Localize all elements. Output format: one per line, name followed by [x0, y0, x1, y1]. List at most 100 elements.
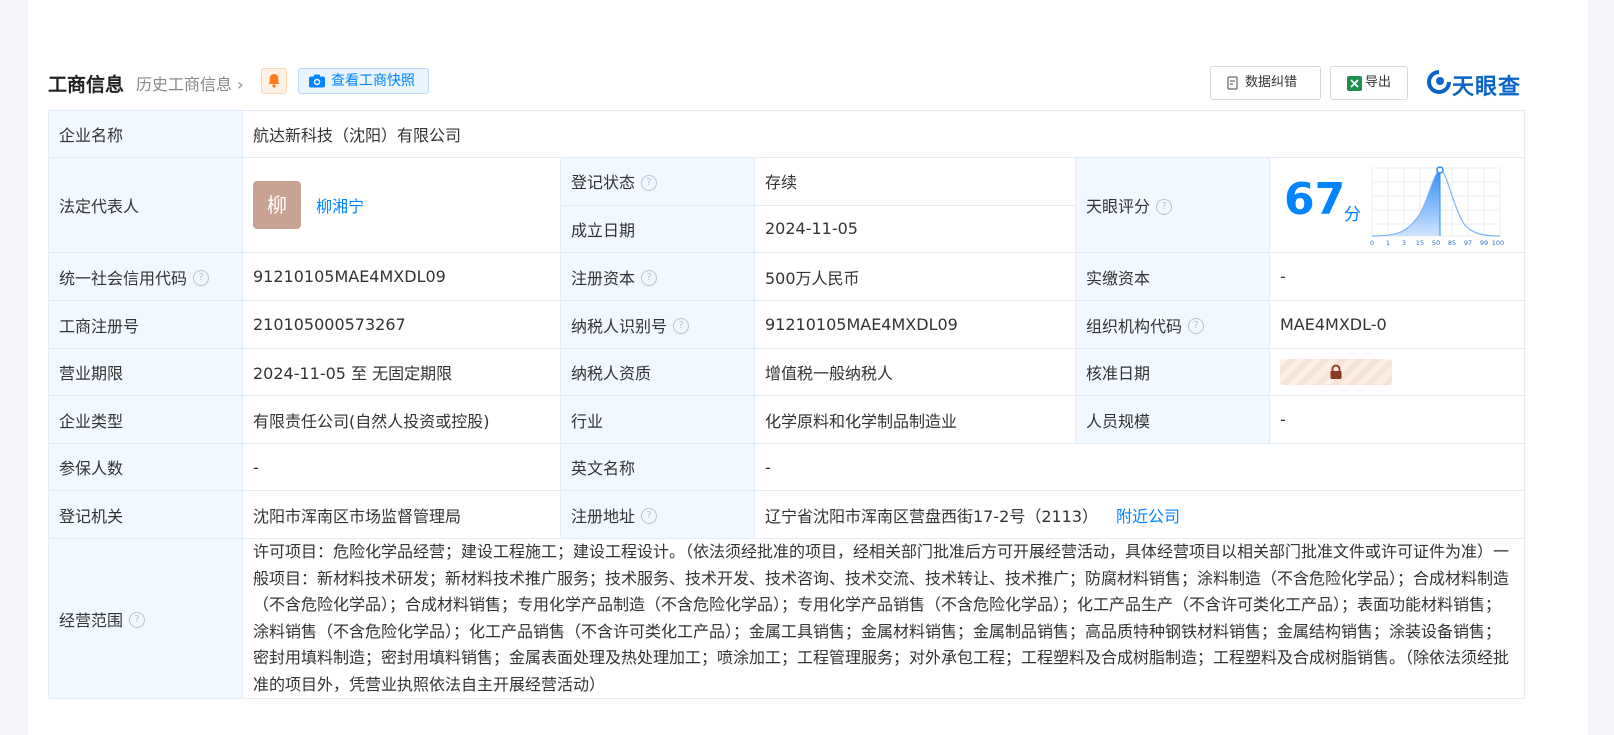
credit-code-label: 统一社会信用代码 — [59, 268, 188, 288]
axis-tick: 15 — [1416, 239, 1424, 247]
camera-icon — [309, 74, 325, 88]
axis-tick: 99 — [1480, 239, 1488, 247]
axis-tick: 0 — [1370, 239, 1374, 247]
org-code-label-cell: 组织机构代码? — [1075, 300, 1270, 349]
vip-locked-field[interactable] — [1280, 359, 1392, 385]
help-icon[interactable]: ? — [129, 612, 146, 628]
org-code-value: MAE4MXDL-0 — [1268, 300, 1526, 349]
brand-name: 天眼查 — [1452, 75, 1522, 100]
score-label: 天眼评分 — [1086, 197, 1151, 216]
axis-tick: 50 — [1432, 239, 1440, 247]
edit-document-icon — [1227, 76, 1238, 90]
insured-label: 参保人数 — [48, 443, 243, 491]
tianyancha-logo: 天眼查 — [1426, 66, 1526, 100]
approval-date-cell — [1268, 348, 1526, 396]
taxpayer-id-label-cell: 纳税人识别号? — [560, 300, 755, 349]
table-row: 企业名称 航达新科技（沈阳）有限公司 — [48, 110, 1526, 158]
help-icon[interactable]: ? — [1156, 198, 1173, 215]
staff-size-value: - — [1268, 395, 1526, 444]
english-name-label: 英文名称 — [560, 443, 755, 491]
legal-rep-cell: 柳 柳湘宁 — [242, 157, 561, 253]
company-name: 航达新科技（沈阳）有限公司 — [241, 110, 1526, 158]
approval-date-label: 核准日期 — [1075, 348, 1270, 396]
authority-label: 登记机关 — [48, 490, 243, 539]
address-label-cell: 注册地址? — [560, 490, 755, 539]
table-row: 工商注册号 210105000573267 纳税人识别号? 91210105MA… — [48, 300, 1526, 349]
axis-tick: 3 — [1402, 239, 1406, 247]
help-icon[interactable]: ? — [641, 508, 658, 524]
address-label: 注册地址 — [571, 506, 636, 526]
export-label: 导出 — [1365, 75, 1392, 90]
score-distribution-chart: 0 1 3 15 50 85 97 99 100 — [1370, 166, 1504, 247]
snapshot-label: 查看工商快照 — [331, 73, 415, 89]
scope-label-cell: 经营范围? — [48, 538, 243, 699]
term-value: 2024-11-05 至 无固定期限 — [242, 348, 561, 396]
help-icon[interactable]: ? — [193, 270, 210, 286]
eye-logo-icon — [1427, 70, 1451, 94]
scope-value: 许可项目：危险化学品经营；建设工程施工；建设工程设计。（依法须经批准的项目，经相… — [241, 538, 1526, 699]
address-cell: 辽宁省沈阳市浑南区营盘西街17-2号（2113） 附近公司 — [753, 490, 1526, 539]
history-link[interactable]: 历史工商信息 › — [136, 71, 244, 95]
legal-rep-link[interactable]: 柳湘宁 — [316, 197, 364, 216]
avatar: 柳 — [253, 181, 301, 229]
axis-tick: 97 — [1464, 239, 1472, 247]
status-label-cell: 登记状态? — [560, 157, 755, 206]
score-value: 67 — [1284, 174, 1346, 225]
export-button[interactable]: 导出 — [1330, 66, 1408, 100]
table-row: 法定代表人 柳 柳湘宁 登记状态? 存续 天眼评分? 67 分 0 1 3 15… — [48, 157, 1526, 253]
taxpayer-id-value: 91210105MAE4MXDL09 — [754, 300, 1076, 349]
score-widget[interactable]: 67 分 0 1 3 15 50 85 97 99 100 — [1270, 158, 1524, 252]
help-icon[interactable]: ? — [1188, 318, 1205, 334]
taxpayer-id-label: 纳税人识别号 — [571, 316, 668, 336]
authority-value: 沈阳市浑南区市场监督管理局 — [242, 490, 561, 539]
help-icon[interactable]: ? — [641, 174, 658, 191]
credit-code-label-cell: 统一社会信用代码? — [48, 252, 243, 301]
founded-value: 2024-11-05 — [754, 204, 1076, 253]
chevron-right-icon: › — [232, 75, 244, 94]
axis-tick: 85 — [1448, 239, 1456, 247]
history-label: 历史工商信息 — [136, 75, 233, 94]
help-icon[interactable]: ? — [673, 318, 690, 334]
data-correction-button[interactable]: 数据纠错 — [1210, 66, 1321, 100]
score-label-cell: 天眼评分? — [1075, 157, 1270, 253]
staff-size-label: 人员规模 — [1075, 395, 1270, 444]
reg-capital-value: 500万人民币 — [754, 252, 1076, 301]
business-info-table: 企业名称 航达新科技（沈阳）有限公司 法定代表人 柳 柳湘宁 登记状态? 存续 … — [48, 110, 1526, 699]
axis-tick: 1 — [1386, 239, 1390, 247]
axis-tick: 100 — [1492, 239, 1504, 247]
type-value: 有限责任公司(自然人投资或控股) — [242, 395, 561, 444]
legal-rep-label: 法定代表人 — [48, 157, 243, 253]
section-title: 工商信息 — [48, 74, 125, 96]
table-row: 参保人数 - 英文名称 - — [48, 443, 1526, 491]
paid-capital-value: - — [1268, 252, 1526, 301]
monitor-bell-button[interactable] — [261, 68, 287, 94]
credit-code-value: 91210105MAE4MXDL09 — [242, 252, 561, 301]
table-row: 统一社会信用代码? 91210105MAE4MXDL09 注册资本? 500万人… — [48, 252, 1526, 301]
bell-icon — [268, 74, 280, 88]
help-icon[interactable]: ? — [641, 270, 658, 286]
org-code-label: 组织机构代码 — [1086, 316, 1183, 336]
lock-icon — [1330, 364, 1342, 379]
taxpayer-qual-label: 纳税人资质 — [560, 348, 755, 396]
insured-value: - — [242, 443, 561, 491]
industry-label: 行业 — [560, 395, 755, 444]
correction-label: 数据纠错 — [1245, 75, 1298, 90]
nearby-companies-link[interactable]: 附近公司 — [1116, 507, 1180, 526]
taxpayer-qual-value: 增值税一般纳税人 — [754, 348, 1076, 396]
reg-capital-label-cell: 注册资本? — [560, 252, 755, 301]
score-unit: 分 — [1344, 205, 1361, 225]
term-label: 营业期限 — [48, 348, 243, 396]
excel-icon — [1347, 76, 1362, 91]
paid-capital-label: 实缴资本 — [1075, 252, 1270, 301]
section-header: 工商信息 历史工商信息 › 查看工商快照 数据纠错 导出 天眼查 — [48, 62, 1574, 100]
founded-label: 成立日期 — [560, 204, 755, 253]
table-row: 企业类型 有限责任公司(自然人投资或控股) 行业 化学原料和化学制品制造业 人员… — [48, 395, 1526, 444]
company-name-label: 企业名称 — [48, 110, 243, 158]
reg-no-label: 工商注册号 — [48, 300, 243, 349]
address-value: 辽宁省沈阳市浑南区营盘西街17-2号（2113） — [765, 506, 1099, 526]
status-label: 登记状态 — [571, 173, 636, 193]
table-row: 营业期限 2024-11-05 至 无固定期限 纳税人资质 增值税一般纳税人 核… — [48, 348, 1526, 396]
score-cell[interactable]: 67 分 0 1 3 15 50 85 97 99 100 — [1268, 157, 1526, 253]
snapshot-button[interactable]: 查看工商快照 — [298, 68, 429, 94]
table-row: 登记机关 沈阳市浑南区市场监督管理局 注册地址? 辽宁省沈阳市浑南区营盘西街17… — [48, 490, 1526, 539]
